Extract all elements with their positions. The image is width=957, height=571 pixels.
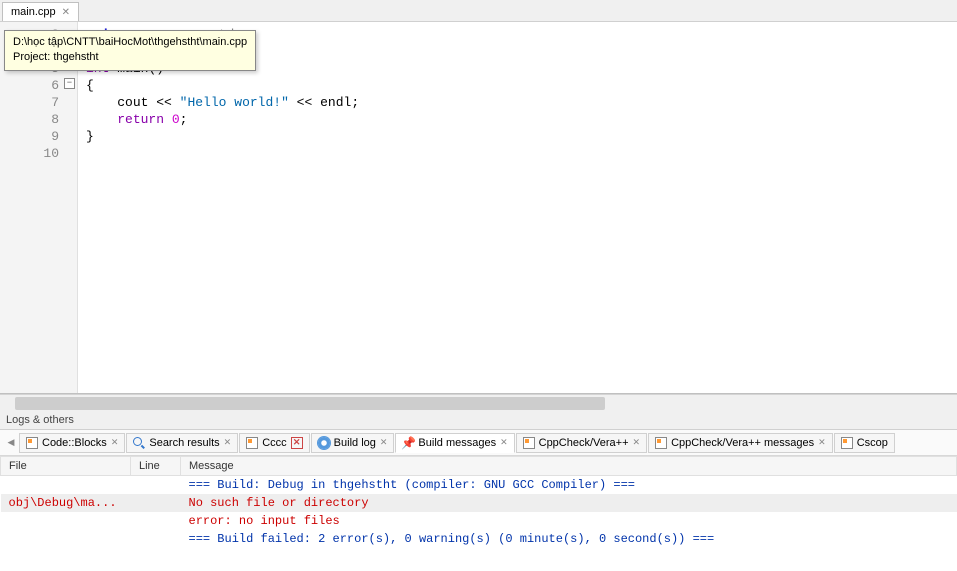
- code-token: <<: [148, 95, 179, 110]
- table-row[interactable]: === Build failed: 2 error(s), 0 warning(…: [1, 530, 957, 548]
- horizontal-scrollbar[interactable]: [0, 394, 957, 411]
- tab-label: Search results: [149, 437, 219, 449]
- logs-panel-title: Logs & others: [0, 411, 957, 430]
- pin-icon: 📌: [402, 437, 414, 449]
- tab-label: Code::Blocks: [42, 437, 107, 449]
- line-number: 10: [0, 145, 77, 162]
- document-icon: [655, 437, 667, 449]
- code-token: endl: [320, 95, 351, 110]
- line-number: 8: [0, 111, 77, 128]
- error-x-icon: ✕: [291, 437, 303, 449]
- tab-label: CppCheck/Vera++ messages: [671, 437, 814, 449]
- column-header-message[interactable]: Message: [181, 457, 957, 476]
- tab-label: Build messages: [418, 437, 496, 449]
- code-token: }: [86, 129, 94, 144]
- code-token: cout: [117, 95, 148, 110]
- code-token: return: [117, 112, 164, 127]
- tab-label: main.cpp: [11, 6, 56, 18]
- document-icon: [841, 437, 853, 449]
- editor-tab-bar: main.cpp ✕: [0, 0, 957, 22]
- tab-cppcheck-messages[interactable]: CppCheck/Vera++ messages ✕: [648, 433, 833, 453]
- tab-label: Build log: [334, 437, 376, 449]
- search-icon: [133, 437, 145, 449]
- code-token: ;: [180, 112, 188, 127]
- code-token: <<: [289, 95, 320, 110]
- cell-line: [131, 512, 181, 530]
- line-number: 9: [0, 128, 77, 145]
- close-icon[interactable]: ✕: [818, 437, 826, 448]
- table-row[interactable]: obj\Debug\ma... No such file or directory: [1, 494, 957, 512]
- tab-search-results[interactable]: Search results ✕: [126, 433, 238, 453]
- tab-build-messages[interactable]: 📌 Build messages ✕: [395, 433, 514, 453]
- column-header-line[interactable]: Line: [131, 457, 181, 476]
- cell-file: [1, 512, 131, 530]
- editor-area: 3 4 5 6 7 8 9 10 − using namespace std; …: [0, 22, 957, 394]
- editor-tab-main[interactable]: main.cpp ✕: [2, 2, 79, 21]
- code-token: ;: [351, 95, 359, 110]
- gear-icon: [318, 437, 330, 449]
- tab-cccc[interactable]: Cccc ✕: [239, 433, 309, 453]
- column-header-file[interactable]: File: [1, 457, 131, 476]
- scrollbar-thumb[interactable]: [15, 397, 605, 410]
- tooltip-project: Project: thgehstht: [13, 50, 247, 65]
- tabs-prev-arrow-icon[interactable]: ◀: [4, 433, 18, 453]
- document-icon: [523, 437, 535, 449]
- tab-label: Cscop: [857, 437, 888, 449]
- close-icon[interactable]: ✕: [633, 437, 641, 448]
- cell-message: error: no input files: [181, 512, 957, 530]
- tab-label: Cccc: [262, 437, 286, 449]
- cell-file: [1, 476, 131, 495]
- close-icon[interactable]: ✕: [380, 437, 388, 448]
- tab-cscope[interactable]: Cscop: [834, 433, 895, 453]
- cell-message: === Build: Debug in thgehstht (compiler:…: [181, 476, 957, 495]
- code-editor[interactable]: using namespace std; int main() { cout <…: [78, 22, 957, 393]
- file-path-tooltip: D:\học tập\CNTT\baiHocMot\thgehstht\main…: [4, 30, 256, 71]
- tooltip-path: D:\học tập\CNTT\baiHocMot\thgehstht\main…: [13, 35, 247, 50]
- table-row[interactable]: error: no input files: [1, 512, 957, 530]
- close-icon[interactable]: ✕: [224, 437, 232, 448]
- fold-minus-icon[interactable]: −: [64, 78, 75, 89]
- document-icon: [26, 437, 38, 449]
- document-icon: [246, 437, 258, 449]
- cell-message: === Build failed: 2 error(s), 0 warning(…: [181, 530, 957, 548]
- code-token: "Hello world!": [180, 95, 289, 110]
- cell-line: [131, 494, 181, 512]
- cell-file: obj\Debug\ma...: [1, 494, 131, 512]
- cell-file: [1, 530, 131, 548]
- tab-build-log[interactable]: Build log ✕: [311, 433, 395, 453]
- close-icon[interactable]: ✕: [111, 437, 119, 448]
- table-row[interactable]: === Build: Debug in thgehstht (compiler:…: [1, 476, 957, 495]
- cell-line: [131, 530, 181, 548]
- line-gutter: 3 4 5 6 7 8 9 10 −: [0, 22, 78, 393]
- close-icon[interactable]: ✕: [500, 437, 508, 448]
- build-messages-table: File Line Message === Build: Debug in th…: [0, 456, 957, 571]
- tab-cppcheck[interactable]: CppCheck/Vera++ ✕: [516, 433, 647, 453]
- cell-line: [131, 476, 181, 495]
- line-number: 7: [0, 94, 77, 111]
- tab-label: CppCheck/Vera++: [539, 437, 629, 449]
- cell-message: No such file or directory: [181, 494, 957, 512]
- code-token: 0: [172, 112, 180, 127]
- tab-codeblocks[interactable]: Code::Blocks ✕: [19, 433, 125, 453]
- code-token: {: [86, 78, 94, 93]
- bottom-tab-bar: ◀ Code::Blocks ✕ Search results ✕ Cccc ✕…: [0, 430, 957, 456]
- close-icon[interactable]: ✕: [62, 7, 70, 18]
